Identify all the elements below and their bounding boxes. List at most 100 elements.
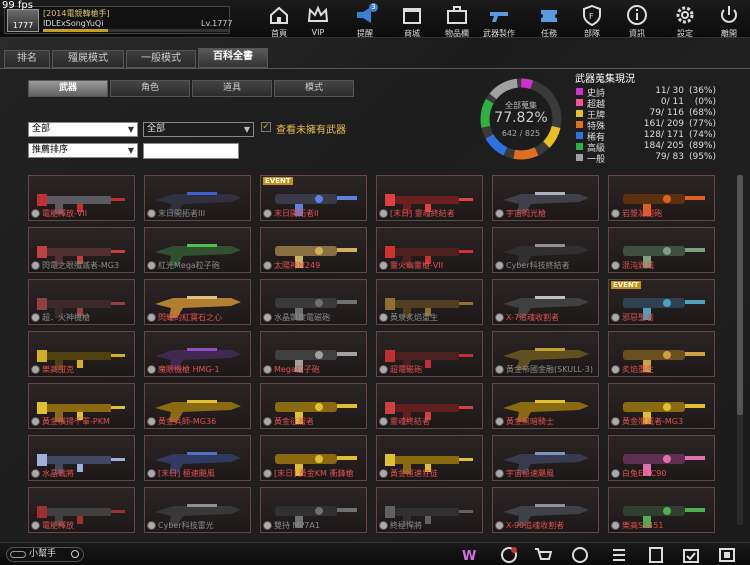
film-icon[interactable] xyxy=(718,546,736,563)
tab-zombie-mode[interactable]: 殭屍模式 xyxy=(52,50,124,68)
nav-vip[interactable]: VIP xyxy=(301,2,335,37)
weapon-card[interactable]: 炙焰重生 xyxy=(608,331,715,377)
weapon-name: 雙持 MP7A1 xyxy=(274,521,320,530)
weapon-card[interactable]: X-90追魂收割者 xyxy=(492,487,599,533)
scrollbar[interactable] xyxy=(737,175,743,525)
nav-exit[interactable]: 離開 xyxy=(712,2,746,38)
weapon-card[interactable]: 岩漿凝固砲 xyxy=(608,175,715,221)
weapon-card[interactable]: [末日] 黃金KM 衝鋒槍 xyxy=(260,435,367,481)
tab-encyclopedia[interactable]: 百科全書 xyxy=(198,48,268,68)
weapon-card[interactable]: 水晶戰將 xyxy=(28,435,135,481)
weapon-card[interactable]: 超電磁砲 xyxy=(376,331,483,377)
weapon-card[interactable]: 混沌毀滅 xyxy=(608,227,715,273)
subtab-weapons[interactable]: 武器 xyxy=(28,80,108,97)
weapon-card[interactable]: 樂高甜克 xyxy=(28,331,135,377)
filter-type-select[interactable]: 全部 ▼ xyxy=(143,122,254,137)
show-unowned-checkbox[interactable]: ✓ xyxy=(261,122,271,132)
compass-icon[interactable] xyxy=(571,546,589,563)
subtab-modes[interactable]: 模式 xyxy=(274,80,354,97)
cart-icon[interactable] xyxy=(534,546,553,563)
weapon-card[interactable]: 黃金帝國金融(SKULL-3) xyxy=(492,331,599,377)
weapon-card[interactable]: [末日] 靈魂終結者 xyxy=(376,175,483,221)
weapon-card[interactable]: [末日] 極速颶風 xyxy=(144,435,251,481)
nav-home[interactable]: 首頁 xyxy=(262,2,296,38)
subtab-characters[interactable]: 角色 xyxy=(110,80,190,97)
weapon-card[interactable]: Mega粒子砲 xyxy=(260,331,367,377)
profile-card[interactable]: 1777 [2014電競韓槍手] IDLExSongYuQi Lv.1777 xyxy=(4,6,232,34)
weapon-card[interactable]: 靈魂終結者 xyxy=(376,383,483,429)
gear-icon xyxy=(495,209,504,218)
rarity-name: 一般 xyxy=(587,155,606,165)
weapon-card[interactable]: 樂高S1451 xyxy=(608,487,715,533)
nav-label: 部隊 xyxy=(584,29,600,38)
shop-w-icon[interactable]: W xyxy=(460,546,478,564)
tab-normal-mode[interactable]: 一般模式 xyxy=(126,50,196,68)
weapon-card[interactable]: 末日開拓者III xyxy=(144,175,251,221)
rarity-percent: (89%) xyxy=(688,141,716,151)
nav-shop[interactable]: 商城 xyxy=(395,2,429,38)
weapon-card[interactable]: 終極悍將 xyxy=(376,487,483,533)
ticket-icon xyxy=(541,10,557,22)
weapon-name-row: 混沌毀滅 xyxy=(611,260,654,271)
calendar-icon[interactable] xyxy=(682,546,700,563)
clock-icon[interactable] xyxy=(500,546,518,563)
nav-clan[interactable]: F 部隊 xyxy=(575,2,609,38)
weapon-card[interactable]: 閃耀的紅寶石之心 xyxy=(144,279,251,325)
weapon-card[interactable]: 太陽神M249 xyxy=(260,227,367,273)
list-check-icon[interactable] xyxy=(610,546,628,563)
weapon-card[interactable]: 黃泉炙焰重生 xyxy=(376,279,483,325)
weapon-card[interactable]: 黃金征服者 xyxy=(260,383,367,429)
weapon-card[interactable]: 水晶凱旋電磁砲 xyxy=(260,279,367,325)
weapon-card[interactable]: 閃電之眼殲滅者-MG3 xyxy=(28,227,135,273)
gear-icon xyxy=(379,417,388,426)
weapon-card[interactable]: 紅光Mega粒子砲 xyxy=(144,227,251,273)
bookmark-icon[interactable] xyxy=(647,546,665,563)
nav-label: 首頁 xyxy=(271,29,287,38)
weapon-card[interactable]: 超．火神機槍 xyxy=(28,279,135,325)
weapon-card[interactable]: EVENT 邪惡聖者 xyxy=(608,279,715,325)
notification-badge: 3 xyxy=(369,3,378,12)
weapon-name-row: 黃金帝國金融(SKULL-3) xyxy=(495,364,593,375)
weapon-card[interactable]: 宇宙極速颶風 xyxy=(492,435,599,481)
weapon-name-row: 水晶凱旋電磁砲 xyxy=(263,312,330,323)
weapon-name-row: [末日] 黃金KM 衝鋒槍 xyxy=(263,468,353,479)
weapon-card[interactable]: Cyber科技雷光 xyxy=(144,487,251,533)
weapon-card[interactable]: 黃金橫掃千軍-PKM xyxy=(28,383,135,429)
helper-button[interactable]: 小幫手 xyxy=(6,547,84,562)
weapon-card[interactable]: 電能釋放 xyxy=(28,487,135,533)
nav-mission[interactable]: 任務 xyxy=(532,2,566,38)
nav-craft[interactable]: 武器製作 xyxy=(482,2,516,38)
weapon-card[interactable]: 黃金殲滅者-MG3 xyxy=(608,383,715,429)
scrollbar-thumb[interactable] xyxy=(737,175,743,415)
info-icon xyxy=(627,5,647,25)
weapon-name-row: 宇宙極速颶風 xyxy=(495,468,554,479)
weapon-card[interactable]: EVENT 末日開拓者II xyxy=(260,175,367,221)
gear-icon xyxy=(379,209,388,218)
gear-icon xyxy=(31,365,40,374)
nav-settings[interactable]: 設定 xyxy=(668,2,702,38)
weapon-card[interactable]: Cyber科技終結者 xyxy=(492,227,599,273)
sort-select[interactable]: 推薦排序 ▼ xyxy=(28,143,138,158)
subtab-items[interactable]: 道具 xyxy=(192,80,272,97)
weapon-card[interactable]: 黃金黑暗騎士 xyxy=(492,383,599,429)
weapon-name: X-7追魂收割者 xyxy=(506,313,560,322)
weapon-card[interactable]: 黃金兵師-MG36 xyxy=(144,383,251,429)
weapon-card[interactable]: 電能釋放-VII xyxy=(28,175,135,221)
weapon-card[interactable]: 白兔ES C90 xyxy=(608,435,715,481)
weapon-card[interactable]: 宇宙閃光槍 xyxy=(492,175,599,221)
filter-category-select[interactable]: 全部 ▼ xyxy=(28,122,138,137)
tab-ranking[interactable]: 排名 xyxy=(4,50,50,68)
weapon-name-row: 靈火幽靈槍-VII xyxy=(379,260,443,271)
search-input[interactable] xyxy=(143,143,239,159)
nav-info[interactable]: 資訊 xyxy=(620,2,654,38)
weapon-card[interactable]: 黃金極速狂徒 xyxy=(376,435,483,481)
nav-label: 商城 xyxy=(404,29,420,38)
weapon-card[interactable]: 靈火幽靈槍-VII xyxy=(376,227,483,273)
weapon-card[interactable]: X-7追魂收割者 xyxy=(492,279,599,325)
rarity-percent: (95%) xyxy=(688,152,716,162)
weapon-card[interactable]: 雙持 MP7A1 xyxy=(260,487,367,533)
calendar-icon-glyph xyxy=(683,549,699,563)
weapon-card[interactable]: 魔眼機槍 HMG-1 xyxy=(144,331,251,377)
nav-notice[interactable]: 提醒 3 xyxy=(348,2,382,38)
nav-inventory[interactable]: 物品欄 xyxy=(440,2,474,38)
